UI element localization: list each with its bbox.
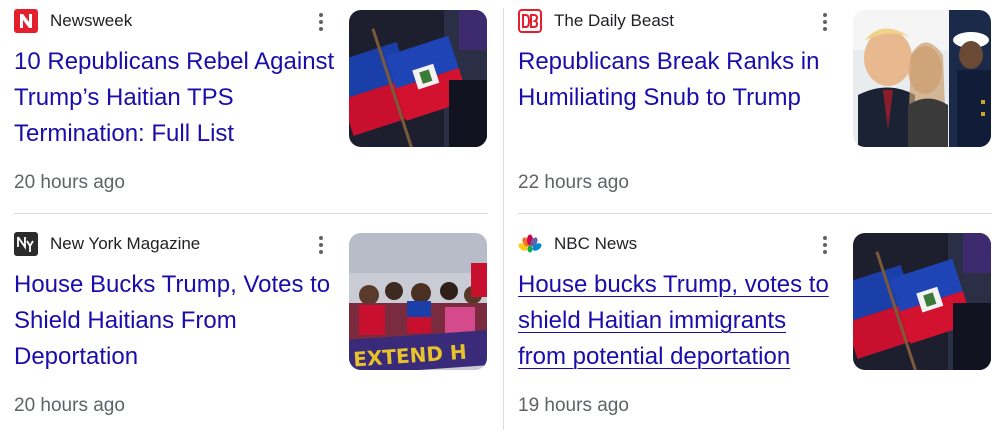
headline-link[interactable]: House Bucks Trump, Votes to Shield Haiti…	[14, 267, 336, 375]
more-options-button[interactable]	[310, 232, 332, 258]
headline-link[interactable]: House bucks Trump, votes to shield Haiti…	[518, 267, 840, 375]
headline-link[interactable]: 10 Republicans Rebel Against Trump’s Hai…	[14, 44, 336, 152]
publish-time: 20 hours ago	[14, 395, 125, 416]
source-name: New York Magazine	[50, 234, 201, 253]
newsweek-logo-icon	[14, 9, 38, 33]
publish-time: 22 hours ago	[518, 172, 629, 193]
trump-portrait-image[interactable]	[853, 10, 991, 147]
publish-time: 19 hours ago	[518, 395, 629, 416]
news-grid: Newsweek 10 Republicans Rebel Against Tr…	[0, 0, 1005, 430]
news-card[interactable]: NBC News House bucks Trump, votes to shi…	[504, 223, 994, 430]
source-name: NBC News	[554, 234, 638, 253]
news-card[interactable]: The Daily Beast Republicans Break Ranks …	[504, 0, 994, 213]
row-divider-left	[14, 213, 488, 214]
more-options-button[interactable]	[814, 9, 836, 35]
nbc-peacock-logo-icon	[518, 232, 542, 256]
source-name: Newsweek	[50, 11, 133, 30]
protest-crowd-image[interactable]: EXTEND H	[349, 233, 487, 370]
news-source: The Daily Beast	[518, 9, 674, 33]
publish-time: 20 hours ago	[14, 172, 125, 193]
row-divider-right	[518, 213, 992, 214]
news-card[interactable]: New York Magazine House Bucks Trump, Vot…	[0, 223, 490, 430]
more-options-button[interactable]	[310, 9, 332, 35]
more-options-button[interactable]	[814, 232, 836, 258]
news-card[interactable]: Newsweek 10 Republicans Rebel Against Tr…	[0, 0, 490, 213]
haitian-flags-image[interactable]	[853, 233, 991, 370]
source-name: The Daily Beast	[554, 11, 674, 30]
headline-link[interactable]: Republicans Break Ranks in Humiliating S…	[518, 44, 840, 116]
haitian-flags-image[interactable]	[349, 10, 487, 147]
daily-beast-logo-icon	[518, 9, 542, 33]
news-source: Newsweek	[14, 9, 132, 33]
news-source: New York Magazine	[14, 232, 200, 256]
new-york-magazine-logo-icon	[14, 232, 38, 256]
news-source: NBC News	[518, 232, 637, 256]
